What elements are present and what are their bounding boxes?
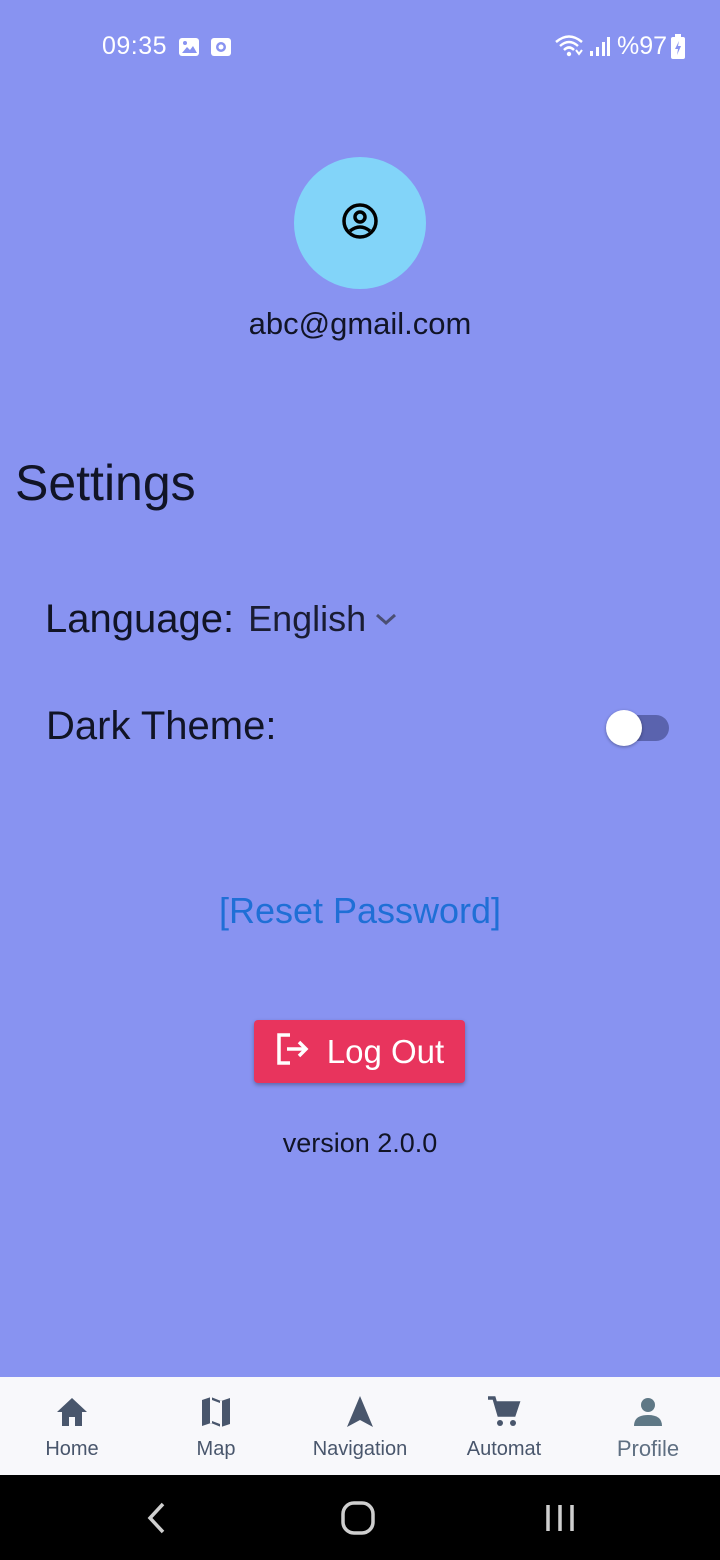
user-email: abc@gmail.com: [248, 306, 472, 341]
nav-label-navigation: Navigation: [312, 1438, 408, 1460]
version-text: version 2.0.0: [282, 1128, 438, 1158]
home-button-icon[interactable]: [340, 1500, 376, 1541]
account-circle-icon: [340, 201, 380, 246]
avatar[interactable]: [294, 157, 426, 289]
dark-theme-toggle[interactable]: [606, 710, 670, 746]
person-icon: [630, 1395, 666, 1434]
gallery-icon: [178, 36, 200, 63]
battery-charging-icon: [670, 34, 686, 65]
reset-password-link[interactable]: [Reset Password]: [0, 890, 720, 932]
home-icon: [54, 1395, 90, 1434]
navigation-icon: [342, 1395, 378, 1434]
settings-title: Settings: [15, 455, 196, 511]
dark-theme-label: Dark Theme:: [46, 704, 277, 748]
nav-item-map[interactable]: Map: [144, 1377, 288, 1475]
language-row: Language: English: [45, 594, 398, 644]
cart-icon: [486, 1395, 522, 1434]
logout-button[interactable]: Log Out: [254, 1020, 465, 1083]
language-label: Language:: [45, 596, 235, 641]
nav-item-automat[interactable]: Automat: [432, 1377, 576, 1475]
nav-item-navigation[interactable]: Navigation: [288, 1377, 432, 1475]
language-dropdown[interactable]: English: [248, 598, 398, 640]
language-value: English: [248, 598, 367, 639]
status-time: 09:35: [102, 32, 168, 60]
map-icon: [198, 1395, 234, 1434]
recent-apps-icon[interactable]: [544, 1502, 576, 1539]
bottom-navigation: Home Map Navigation Automat Profile: [0, 1377, 720, 1475]
status-bar: 09:35 %97: [0, 0, 720, 94]
nav-item-profile[interactable]: Profile: [576, 1377, 720, 1475]
signal-icon: [588, 36, 610, 63]
logout-label: Log Out: [326, 1032, 445, 1070]
screen-record-icon: [210, 36, 232, 63]
chevron-down-icon: [374, 611, 398, 632]
battery-percent: %97: [617, 32, 668, 60]
logout-icon: [275, 1032, 311, 1071]
nav-label-map: Map: [196, 1438, 236, 1460]
back-icon[interactable]: [144, 1501, 168, 1540]
nav-label-profile: Profile: [616, 1436, 680, 1461]
nav-label-home: Home: [45, 1438, 99, 1460]
toggle-thumb: [606, 710, 642, 746]
nav-item-home[interactable]: Home: [0, 1377, 144, 1475]
wifi-icon: [554, 34, 584, 63]
nav-label-automat: Automat: [466, 1438, 542, 1460]
system-navigation-bar: [0, 1475, 720, 1560]
